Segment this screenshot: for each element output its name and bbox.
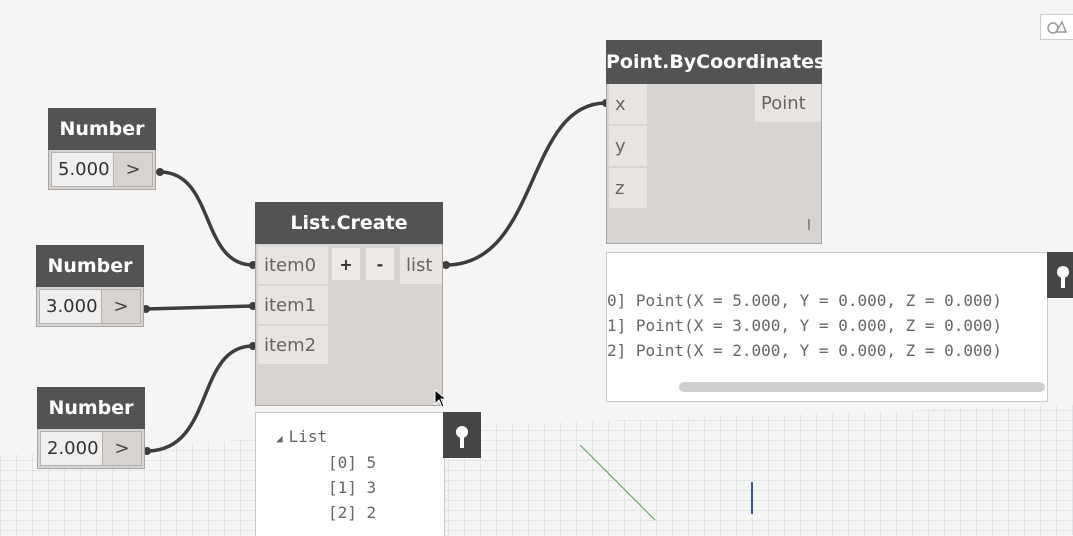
output-port-point[interactable]: Point [755, 84, 821, 122]
graph-canvas[interactable]: Number 5.000 > Number 3.000 > Number 2.0… [0, 0, 1073, 536]
number-node-2-value[interactable]: 3.000 [39, 289, 102, 324]
input-port-item1[interactable]: item1 [258, 286, 328, 324]
view-toggle-icon[interactable] [1040, 14, 1073, 40]
input-port-item0[interactable]: item0 [258, 246, 328, 284]
list-preview-bubble[interactable]: ◢ List [0] 5 [1] 3 [2] 2 [255, 412, 445, 536]
pin-preview-button-list[interactable] [443, 412, 481, 458]
input-port-z[interactable]: z [609, 168, 647, 208]
number-node-1-title: Number [48, 108, 156, 150]
number-node-2-output[interactable]: > [102, 289, 141, 324]
list-item: [0] 5 [328, 453, 377, 472]
point-preview-line: 2] Point(X = 2.000, Y = 0.000, Z = 0.000… [607, 341, 1002, 360]
number-node-3-output[interactable]: > [103, 431, 142, 466]
number-node-2-title: Number [36, 245, 144, 287]
point-by-coordinates-node[interactable]: Point.ByCoordinates x y z Point l [606, 40, 825, 244]
number-node-1[interactable]: Number 5.000 > [48, 108, 156, 190]
list-item: [1] 3 [328, 478, 377, 497]
input-port-y[interactable]: y [609, 126, 647, 166]
mouse-cursor-icon [434, 389, 448, 408]
number-node-1-value[interactable]: 5.000 [51, 152, 114, 187]
input-port-x[interactable]: x [609, 84, 647, 124]
point-preview-line: 1] Point(X = 3.000, Y = 0.000, Z = 0.000… [607, 316, 1002, 335]
point-node-title: Point.ByCoordinates [606, 40, 825, 84]
lacing-indicator[interactable]: l [807, 218, 811, 234]
number-node-3-title: Number [37, 387, 145, 429]
remove-input-button[interactable]: - [366, 248, 394, 280]
horizontal-scrollbar[interactable] [679, 382, 1045, 392]
add-input-button[interactable]: + [332, 248, 360, 280]
point-preview-line: 0] Point(X = 5.000, Y = 0.000, Z = 0.000… [607, 291, 1002, 310]
number-node-3[interactable]: Number 2.000 > [37, 387, 145, 469]
list-preview-header[interactable]: ◢ List [276, 427, 327, 446]
list-item: [2] 2 [328, 503, 377, 522]
list-preview-label: List [288, 427, 328, 446]
number-node-2[interactable]: Number 3.000 > [36, 245, 144, 327]
number-node-1-output[interactable]: > [114, 152, 153, 187]
point-preview-bubble[interactable]: 0] Point(X = 5.000, Y = 0.000, Z = 0.000… [606, 252, 1048, 402]
pin-preview-button-point[interactable] [1047, 252, 1073, 298]
input-port-item2[interactable]: item2 [258, 326, 328, 364]
list-create-node[interactable]: List.Create item0 item1 item2 + - list [255, 202, 443, 406]
output-port-list[interactable]: list [400, 246, 442, 284]
list-create-title: List.Create [255, 202, 443, 244]
number-node-3-value[interactable]: 2.000 [40, 431, 103, 466]
collapse-arrow-icon[interactable]: ◢ [276, 432, 283, 445]
